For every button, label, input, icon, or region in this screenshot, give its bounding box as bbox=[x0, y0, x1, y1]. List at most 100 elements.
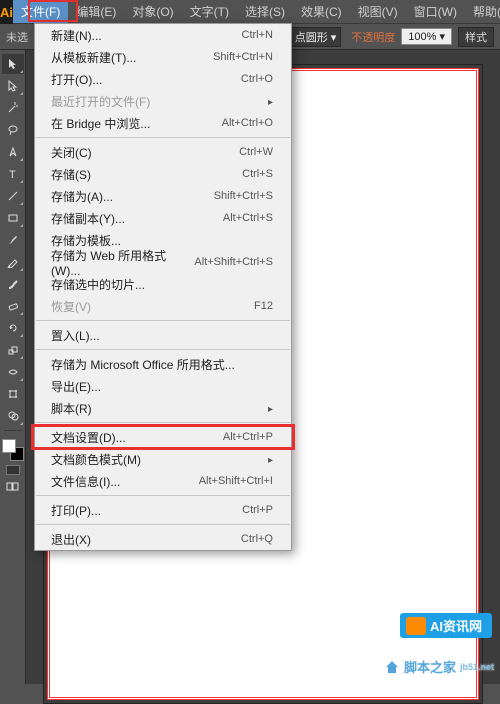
selection-tool[interactable] bbox=[2, 54, 24, 74]
scale-tool[interactable] bbox=[2, 340, 24, 360]
submenu-arrow-icon bbox=[268, 94, 273, 108]
menu-item-label: 文档颜色模式(M) bbox=[51, 451, 141, 468]
color-mode-swatch[interactable] bbox=[6, 465, 20, 475]
menu-effect[interactable]: 效果(C) bbox=[293, 0, 350, 23]
width-tool[interactable] bbox=[2, 362, 24, 382]
pen-tool[interactable] bbox=[2, 142, 24, 162]
app-logo: Ai bbox=[0, 0, 13, 24]
menu-item-label: 文件信息(I)... bbox=[51, 473, 120, 490]
menu-item-label: 存储为 Microsoft Office 所用格式... bbox=[51, 356, 235, 373]
menu-item-label: 打开(O)... bbox=[51, 71, 102, 88]
menu-separator bbox=[36, 320, 290, 321]
menu-item-label: 退出(X) bbox=[51, 531, 91, 548]
menu-item-shortcut: Alt+Ctrl+O bbox=[222, 117, 273, 129]
eraser-tool[interactable] bbox=[2, 296, 24, 316]
menu-item-6[interactable]: 关闭(C) Ctrl+W bbox=[35, 141, 291, 163]
title-bar: Ai 文件(F)编辑(E)对象(O)文字(T)选择(S)效果(C)视图(V)窗口… bbox=[0, 0, 500, 24]
menu-help[interactable]: 帮助(H) bbox=[465, 0, 500, 23]
submenu-arrow-icon bbox=[268, 401, 273, 415]
type-tool[interactable]: T bbox=[2, 164, 24, 184]
menu-item-label: 脚本(R) bbox=[51, 400, 92, 417]
menu-item-shortcut: Ctrl+P bbox=[242, 504, 273, 516]
menu-item-18[interactable]: 导出(E)... bbox=[35, 375, 291, 397]
menu-file[interactable]: 文件(F) bbox=[13, 0, 68, 23]
menu-item-label: 最近打开的文件(F) bbox=[51, 93, 150, 110]
menu-item-19[interactable]: 脚本(R) bbox=[35, 397, 291, 419]
menu-item-label: 打印(P)... bbox=[51, 502, 101, 519]
menu-item-22[interactable]: 文档颜色模式(M) bbox=[35, 448, 291, 470]
menu-item-label: 关闭(C) bbox=[51, 144, 92, 161]
pencil-tool[interactable] bbox=[2, 252, 24, 272]
menu-item-shortcut: Ctrl+W bbox=[239, 146, 273, 158]
menu-item-shortcut: Alt+Shift+Ctrl+S bbox=[194, 256, 273, 268]
menu-item-shortcut: Ctrl+Q bbox=[241, 533, 273, 545]
menu-item-7[interactable]: 存储(S)Ctrl+S bbox=[35, 163, 291, 185]
lasso-tool[interactable] bbox=[2, 120, 24, 140]
menu-item-shortcut: Ctrl+O bbox=[241, 73, 273, 85]
opacity-label: 不透明度 bbox=[351, 29, 395, 45]
menu-item-label: 存储副本(Y)... bbox=[51, 210, 125, 227]
menu-item-9[interactable]: 存储副本(Y)... Alt+Ctrl+S bbox=[35, 207, 291, 229]
menu-type[interactable]: 文字(T) bbox=[182, 0, 237, 23]
paintbrush-tool[interactable] bbox=[2, 230, 24, 250]
menu-item-3: 最近打开的文件(F) bbox=[35, 90, 291, 112]
menu-edit[interactable]: 编辑(E) bbox=[68, 0, 124, 23]
opacity-field[interactable]: 100% ▾ bbox=[401, 28, 452, 45]
menu-separator bbox=[36, 495, 290, 496]
menu-item-25[interactable]: 打印(P)... Ctrl+P bbox=[35, 499, 291, 521]
menu-select[interactable]: 选择(S) bbox=[237, 0, 293, 23]
drawing-mode[interactable] bbox=[2, 477, 24, 497]
options-left-label: 未选 bbox=[6, 29, 28, 45]
menu-item-23[interactable]: 文件信息(I)... Alt+Shift+Ctrl+I bbox=[35, 470, 291, 492]
menu-item-17[interactable]: 存储为 Microsoft Office 所用格式... bbox=[35, 353, 291, 375]
shape-builder-tool[interactable] bbox=[2, 406, 24, 426]
file-menu-dropdown: 新建(N)...Ctrl+N从模板新建(T)...Shift+Ctrl+N打开(… bbox=[34, 23, 292, 551]
menu-item-shortcut: Alt+Ctrl+P bbox=[223, 431, 273, 443]
menu-item-21[interactable]: 文档设置(D)... Alt+Ctrl+P bbox=[35, 426, 291, 448]
rectangle-tool[interactable] bbox=[2, 208, 24, 228]
menubar: 文件(F)编辑(E)对象(O)文字(T)选择(S)效果(C)视图(V)窗口(W)… bbox=[13, 0, 500, 24]
menu-item-27[interactable]: 退出(X) Ctrl+Q bbox=[35, 528, 291, 550]
menu-item-label: 文档设置(D)... bbox=[51, 429, 126, 446]
menu-separator bbox=[36, 349, 290, 350]
menu-item-shortcut: Shift+Ctrl+N bbox=[213, 51, 273, 63]
menu-item-shortcut: Ctrl+S bbox=[242, 168, 273, 180]
menu-item-0[interactable]: 新建(N)...Ctrl+N bbox=[35, 24, 291, 46]
menu-view[interactable]: 视图(V) bbox=[350, 0, 406, 23]
menu-item-shortcut: Alt+Shift+Ctrl+I bbox=[199, 475, 273, 487]
menu-item-1[interactable]: 从模板新建(T)...Shift+Ctrl+N bbox=[35, 46, 291, 68]
svg-text:T: T bbox=[9, 169, 16, 180]
home-icon bbox=[384, 659, 400, 675]
menu-item-label: 存储选中的切片... bbox=[51, 276, 145, 293]
menu-item-label: 存储为 Web 所用格式(W)... bbox=[51, 247, 194, 278]
blob-brush-tool[interactable] bbox=[2, 274, 24, 294]
menu-item-shortcut: Ctrl+N bbox=[242, 29, 273, 41]
menu-object[interactable]: 对象(O) bbox=[124, 0, 181, 23]
menu-item-label: 恢复(V) bbox=[51, 298, 91, 315]
menu-window[interactable]: 窗口(W) bbox=[406, 0, 465, 23]
menu-separator bbox=[36, 524, 290, 525]
free-transform-tool[interactable] bbox=[2, 384, 24, 404]
menu-item-label: 导出(E)... bbox=[51, 378, 101, 395]
menu-separator bbox=[36, 422, 290, 423]
watermark-jb51: 脚本之家 jb51.net bbox=[384, 657, 494, 676]
line-tool[interactable] bbox=[2, 186, 24, 206]
menu-item-label: 置入(L)... bbox=[51, 327, 100, 344]
fill-color-swatch[interactable] bbox=[2, 439, 16, 453]
menu-item-4[interactable]: 在 Bridge 中浏览... Alt+Ctrl+O bbox=[35, 112, 291, 134]
menu-item-shortcut: Shift+Ctrl+S bbox=[214, 190, 273, 202]
menu-item-label: 在 Bridge 中浏览... bbox=[51, 115, 150, 132]
menu-item-2[interactable]: 打开(O)... Ctrl+O bbox=[35, 68, 291, 90]
color-swatches[interactable] bbox=[2, 439, 24, 461]
direct-selection-tool[interactable] bbox=[2, 76, 24, 96]
watermark-logo-icon bbox=[406, 617, 426, 635]
menu-item-13: 恢复(V)F12 bbox=[35, 295, 291, 317]
rotate-tool[interactable] bbox=[2, 318, 24, 338]
menu-item-shortcut: Alt+Ctrl+S bbox=[223, 212, 273, 224]
magic-wand-tool[interactable] bbox=[2, 98, 24, 118]
menu-item-15[interactable]: 置入(L)... bbox=[35, 324, 291, 346]
menu-item-11[interactable]: 存储为 Web 所用格式(W)...Alt+Shift+Ctrl+S bbox=[35, 251, 291, 273]
menu-item-label: 存储为(A)... bbox=[51, 188, 113, 205]
menu-item-8[interactable]: 存储为(A)... Shift+Ctrl+S bbox=[35, 185, 291, 207]
style-button[interactable]: 样式 bbox=[458, 27, 494, 47]
